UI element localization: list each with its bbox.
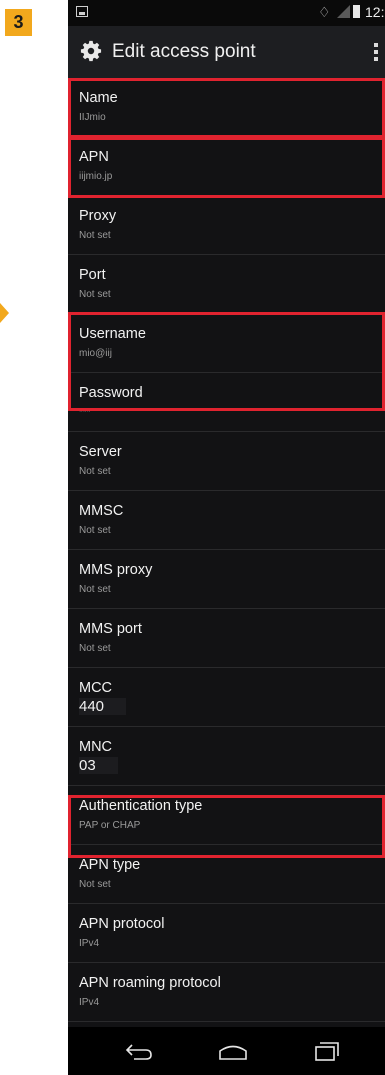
- overflow-menu-icon[interactable]: [374, 43, 378, 64]
- field-value: Not set: [79, 230, 111, 241]
- page-title: Edit access point: [112, 41, 256, 62]
- field-mcc[interactable]: MCC 440: [68, 668, 385, 727]
- status-time: 12:0: [365, 4, 385, 20]
- field-value: IPv4: [79, 938, 100, 949]
- field-label: MMSC: [79, 503, 124, 519]
- field-value: 03: [79, 757, 118, 774]
- phone-screen: ♢ 12:0 Edit access point Name IIJmio APN…: [68, 0, 385, 1075]
- field-apn-roaming-protocol[interactable]: APN roaming protocol IPv4: [68, 963, 385, 1022]
- highlight-authentication-type: [68, 795, 385, 858]
- field-label: MNC: [79, 739, 113, 755]
- image-notification-icon: [76, 6, 88, 17]
- field-label: Port: [79, 267, 106, 283]
- highlight-credentials: [68, 312, 385, 411]
- recents-icon[interactable]: [312, 1039, 342, 1063]
- field-label: MMS proxy: [79, 562, 153, 578]
- field-label: APN roaming protocol: [79, 975, 221, 991]
- field-label: APN type: [79, 857, 141, 873]
- field-mms-port[interactable]: MMS port Not set: [68, 609, 385, 668]
- home-icon[interactable]: [218, 1039, 248, 1063]
- field-value: 440: [79, 698, 127, 715]
- field-label: MCC: [79, 680, 113, 696]
- field-label: Proxy: [79, 208, 117, 224]
- action-bar: Edit access point: [68, 26, 385, 78]
- rotation-lock-icon: ♢: [318, 4, 331, 20]
- field-value: Not set: [79, 289, 111, 300]
- field-value: Not set: [79, 584, 111, 595]
- field-value: Not set: [79, 643, 111, 654]
- signal-icon: [337, 5, 350, 18]
- field-mms-proxy[interactable]: MMS proxy Not set: [68, 550, 385, 609]
- field-port[interactable]: Port Not set: [68, 255, 385, 314]
- battery-icon: [353, 5, 360, 18]
- navigation-bar: [68, 1027, 385, 1075]
- field-proxy[interactable]: Proxy Not set: [68, 196, 385, 255]
- field-label: APN protocol: [79, 916, 165, 932]
- field-value: Not set: [79, 466, 111, 477]
- field-apn-protocol[interactable]: APN protocol IPv4: [68, 904, 385, 963]
- highlight-name: [68, 78, 385, 138]
- back-icon[interactable]: [124, 1039, 154, 1063]
- field-label: MMS port: [79, 621, 142, 637]
- field-value: Not set: [79, 525, 111, 536]
- pointer-arrow-icon: [0, 303, 9, 323]
- field-value: IPv4: [79, 997, 100, 1008]
- highlight-apn: [68, 137, 385, 198]
- status-bar: ♢ 12:0: [68, 0, 385, 26]
- field-value: Not set: [79, 879, 111, 890]
- step-number-badge: 3: [5, 9, 32, 36]
- apn-settings-list: Name IIJmio APN iijmio.jp Proxy Not set …: [68, 78, 385, 1022]
- field-mnc[interactable]: MNC 03: [68, 727, 385, 786]
- field-mmsc[interactable]: MMSC Not set: [68, 491, 385, 550]
- gear-icon[interactable]: [80, 40, 102, 62]
- field-label: Server: [79, 444, 122, 460]
- field-server[interactable]: Server Not set: [68, 432, 385, 491]
